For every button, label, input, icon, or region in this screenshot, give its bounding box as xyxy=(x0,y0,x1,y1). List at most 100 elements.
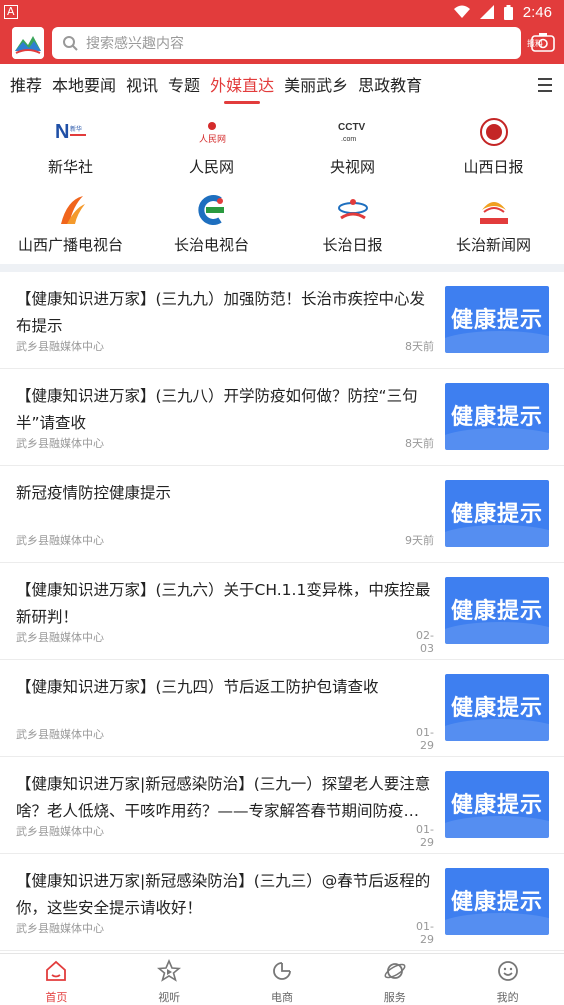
status-bar: A 2:46 xyxy=(0,0,564,24)
news-thumbnail: 健康提示 xyxy=(445,771,549,838)
channel-menu-icon[interactable] xyxy=(538,78,552,92)
tab-external-media[interactable]: 外媒直达 xyxy=(210,64,274,108)
news-source: 武乡县融媒体中心 xyxy=(16,825,104,838)
home-icon xyxy=(46,960,67,981)
channel-tabs: 推荐 本地要闻 视讯 专题 外媒直达 美丽武乡 思政教育 xyxy=(0,64,564,108)
media-name: 长治日报 xyxy=(322,236,383,254)
svg-text:.com: .com xyxy=(341,136,356,143)
play-icon xyxy=(157,958,182,982)
media-item-cctv[interactable]: CCTV .com 央视网 xyxy=(282,108,423,186)
news-time: 01-29 xyxy=(416,823,434,849)
news-title: 【健康知识进万家】(三九九）加强防范！长治市疾控中心发布提示 xyxy=(16,290,426,335)
status-indicator: A xyxy=(4,5,18,19)
news-title: 【健康知识进万家】(三九六）关于CH.1.1变异株，中疾控最新研判！ xyxy=(16,581,431,626)
shanxi-tv-logo-icon xyxy=(60,196,85,224)
svg-text:新华: 新华 xyxy=(70,125,82,133)
xinhua-logo-icon: N 新华 xyxy=(55,121,86,143)
news-time: 8天前 xyxy=(405,437,434,450)
report-button[interactable]: 报料 xyxy=(527,32,557,54)
news-time: 02-03 xyxy=(416,629,434,655)
media-name: 人民网 xyxy=(188,158,234,176)
nav-label: 首页 xyxy=(45,991,68,1004)
media-item-people[interactable]: 人民网 人民网 xyxy=(141,108,282,186)
news-thumbnail: 健康提示 xyxy=(445,286,549,353)
mountain-logo-icon xyxy=(12,27,44,59)
status-time: 2:46 xyxy=(522,3,552,21)
shanxi-daily-logo-icon xyxy=(479,118,508,146)
media-name: 长治电视台 xyxy=(173,236,249,254)
news-item[interactable]: 【健康知识进万家】(三九六）关于CH.1.1变异株，中疾控最新研判！ 武乡县融媒… xyxy=(0,563,564,660)
nav-service[interactable]: 服务 xyxy=(338,954,451,1004)
section-divider xyxy=(0,264,564,272)
news-source: 武乡县融媒体中心 xyxy=(16,922,104,935)
media-item-shanxi-tv[interactable]: 山西广播电视台 xyxy=(0,186,141,264)
nav-home[interactable]: 首页 xyxy=(0,954,113,1004)
news-item[interactable]: 【健康知识进万家】(三九四）节后返工防护包请查收 武乡县融媒体中心 01-29 … xyxy=(0,660,564,757)
tab-ideology-education[interactable]: 思政教育 xyxy=(358,64,422,108)
media-name: 山西广播电视台 xyxy=(17,236,123,254)
news-source: 武乡县融媒体中心 xyxy=(16,437,104,450)
shop-icon xyxy=(273,962,291,980)
tab-beautiful-wuxiang[interactable]: 美丽武乡 xyxy=(284,64,348,108)
news-item[interactable]: 【健康知识进万家】(三九八）开学防疫如何做？防控“三句半”请查收 武乡县融媒体中… xyxy=(0,369,564,466)
news-time: 01-29 xyxy=(416,920,434,946)
news-title: 【健康知识进万家|新冠感染防治】(三九一）探望老人要注意啥？老人低烧、干咳咋用药… xyxy=(16,775,431,820)
news-item[interactable]: 【健康知识进万家|新冠感染防治】(三九一）探望老人要注意啥？老人低烧、干咳咋用药… xyxy=(0,757,564,854)
news-item[interactable]: 新冠疫情防控健康提示 武乡县融媒体中心 9天前 健康提示 xyxy=(0,466,564,563)
battery-icon xyxy=(503,4,513,20)
media-item-changzhi-daily[interactable]: 长治日报 xyxy=(282,186,423,264)
news-source: 武乡县融媒体中心 xyxy=(16,631,104,644)
nav-profile[interactable]: 我的 xyxy=(451,954,564,1004)
news-thumbnail: 健康提示 xyxy=(445,577,549,644)
nav-label: 电商 xyxy=(270,991,293,1004)
wifi-icon xyxy=(453,5,470,18)
news-time: 9天前 xyxy=(405,534,434,547)
report-label: 报料 xyxy=(527,39,543,48)
news-item[interactable]: 【健康知识进万家|新冠感染防治】(三九三）@春节后返程的你，这些安全提示请收好！… xyxy=(0,854,564,951)
smile-icon xyxy=(497,961,518,981)
media-item-xinhua[interactable]: N 新华 新华社 xyxy=(0,108,141,186)
news-time: 01-29 xyxy=(416,726,434,752)
news-source: 武乡县融媒体中心 xyxy=(16,534,104,547)
cctv-logo-icon: CCTV .com xyxy=(338,122,366,143)
nav-label: 我的 xyxy=(496,991,519,1004)
news-thumbnail: 健康提示 xyxy=(445,383,549,450)
tab-video[interactable]: 视讯 xyxy=(126,64,158,108)
media-name: 央视网 xyxy=(329,158,375,176)
signal-icon xyxy=(479,5,494,19)
news-thumbnail: 健康提示 xyxy=(445,674,549,741)
bottom-nav: 首页 视听 电商 服务 我的 xyxy=(0,953,564,1004)
search-icon xyxy=(63,36,78,51)
news-item[interactable]: 【健康知识进万家】(三九九）加强防范！长治市疾控中心发布提示 武乡县融媒体中心 … xyxy=(0,272,564,369)
renmin-logo-icon: 人民网 xyxy=(199,122,226,145)
tab-local-news[interactable]: 本地要闻 xyxy=(52,64,116,108)
media-item-changzhi-tv[interactable]: 长治电视台 xyxy=(141,186,282,264)
changzhi-tv-logo-icon xyxy=(197,195,224,225)
search-bar[interactable]: 搜索感兴趣内容 xyxy=(52,27,521,59)
news-source: 武乡县融媒体中心 xyxy=(16,340,104,353)
media-item-changzhi-news[interactable]: 长治新闻网 xyxy=(423,186,564,264)
news-title: 新冠疫情防控健康提示 xyxy=(16,484,172,502)
news-thumbnail: 健康提示 xyxy=(445,480,549,547)
media-name: 山西日报 xyxy=(463,158,524,176)
search-placeholder: 搜索感兴趣内容 xyxy=(86,36,184,52)
news-title: 【健康知识进万家】(三九四）节后返工防护包请查收 xyxy=(16,678,379,696)
media-grid: N 新华 新华社 人民网 人民网 CCTV .com 央视网 山西日报 山西广播… xyxy=(0,108,564,264)
news-title: 【健康知识进万家|新冠感染防治】(三九三）@春节后返程的你，这些安全提示请收好！ xyxy=(16,872,431,917)
changzhi-daily-logo-icon xyxy=(337,199,368,220)
changzhi-news-logo-icon xyxy=(479,202,508,224)
nav-label: 服务 xyxy=(383,991,406,1004)
nav-shop[interactable]: 电商 xyxy=(226,954,339,1004)
news-time: 8天前 xyxy=(405,340,434,353)
tab-topics[interactable]: 专题 xyxy=(168,64,200,108)
svg-text:CCTV: CCTV xyxy=(338,122,366,133)
app-header: 搜索感兴趣内容 报料 xyxy=(0,24,564,64)
app-logo[interactable] xyxy=(12,27,44,59)
tab-recommend[interactable]: 推荐 xyxy=(10,64,42,108)
svg-text:N: N xyxy=(55,121,69,143)
media-name: 新华社 xyxy=(47,158,93,176)
svg-text:人民网: 人民网 xyxy=(199,134,226,145)
news-thumbnail: 健康提示 xyxy=(445,868,549,935)
media-item-shanxi-daily[interactable]: 山西日报 xyxy=(423,108,564,186)
nav-media[interactable]: 视听 xyxy=(113,954,226,1004)
